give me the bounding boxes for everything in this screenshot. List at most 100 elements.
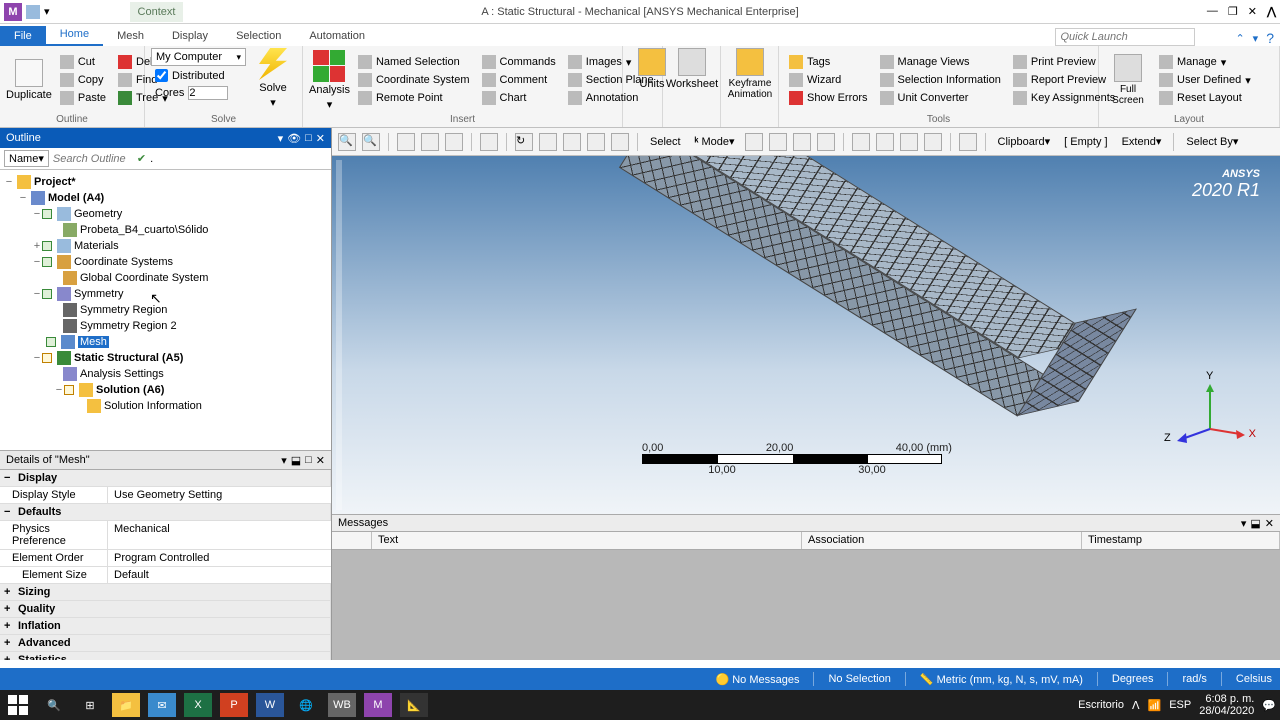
tree-model[interactable]: Model (A4) <box>48 192 104 204</box>
manage-views-button[interactable]: Manage Views <box>876 54 1005 70</box>
cores-input[interactable] <box>188 86 228 100</box>
elem-order-value[interactable]: Program Controlled <box>108 550 331 566</box>
close-button[interactable]: ✕ <box>1248 5 1257 18</box>
cat-inflation[interactable]: Inflation <box>0 618 331 634</box>
canvas-scrollbar[interactable] <box>336 160 342 510</box>
col-association[interactable]: Association <box>802 532 1082 549</box>
copy-button[interactable]: Copy <box>56 72 110 88</box>
collapse-ribbon-icon[interactable]: ⌃ <box>1235 32 1244 45</box>
search-icon[interactable]: 🔍 <box>40 693 68 717</box>
remote-point-button[interactable]: Remote Point <box>354 90 474 106</box>
tray-escritorio[interactable]: Escritorio <box>1078 699 1124 711</box>
extend-dropdown[interactable]: Extend▾ <box>1118 135 1166 148</box>
outline-tree[interactable]: −Project* −Model (A4) −Geometry Probeta_… <box>0 170 331 450</box>
zoom-in-icon[interactable] <box>539 133 557 151</box>
col-timestamp[interactable]: Timestamp <box>1082 532 1280 549</box>
keyframe-button[interactable]: Keyframe Animation <box>727 48 773 100</box>
wizard-button[interactable]: Wizard <box>785 72 872 88</box>
coord-toggle-icon[interactable] <box>959 133 977 151</box>
full-screen-button[interactable]: Full Screen <box>1105 48 1151 112</box>
zoom-box-icon[interactable] <box>587 133 605 151</box>
outline-filter-name[interactable]: Name ▾ <box>4 150 49 167</box>
cat-quality[interactable]: Quality <box>0 601 331 617</box>
coord-system-button[interactable]: Coordinate System <box>354 72 474 88</box>
status-metric[interactable]: 📏 Metric (mm, kg, N, s, mV, mA) <box>920 673 1083 686</box>
pan-icon[interactable] <box>480 133 498 151</box>
tab-home[interactable]: Home <box>46 24 103 46</box>
elem-size-value[interactable]: Default <box>108 567 331 583</box>
comment-button[interactable]: Comment <box>478 72 560 88</box>
tree-geom-child[interactable]: Probeta_B4_cuarto\Sólido <box>80 224 208 236</box>
show-errors-button[interactable]: Show Errors <box>785 90 872 106</box>
node-select-icon[interactable] <box>852 133 870 151</box>
tree-analysis-settings[interactable]: Analysis Settings <box>80 368 164 380</box>
commands-button[interactable]: Commands <box>478 54 560 70</box>
tray-lang[interactable]: ESP <box>1169 699 1191 711</box>
rotate-icon[interactable]: ↻ <box>515 133 533 151</box>
tab-mesh[interactable]: Mesh <box>103 26 158 46</box>
chrome-icon[interactable]: 🌐 <box>292 693 320 717</box>
tree-static-structural[interactable]: Static Structural (A5) <box>74 352 183 364</box>
solve-computer-dropdown[interactable]: My Computer <box>151 48 246 66</box>
outline-close-icon[interactable]: ✕ <box>316 132 325 145</box>
details-pin-icon[interactable]: ⬓ <box>291 454 301 467</box>
mechanical-icon[interactable]: M <box>364 693 392 717</box>
qat-dropdown-icon[interactable]: ▾ <box>44 5 50 19</box>
file-explorer-icon[interactable]: 📁 <box>112 693 140 717</box>
distributed-checkbox[interactable]: Distributed <box>151 68 246 83</box>
context-tab[interactable]: Context <box>130 2 184 22</box>
fit-icon[interactable]: 🔍 <box>338 133 356 151</box>
body-select-icon[interactable] <box>817 133 835 151</box>
tray-time[interactable]: 6:08 p. m. <box>1199 693 1254 705</box>
tree-project[interactable]: Project* <box>34 176 76 188</box>
wireframe-icon[interactable] <box>421 133 439 151</box>
zoom-icon[interactable]: 🔍 <box>362 133 380 151</box>
overflow-icon[interactable]: ⋀ <box>1267 5 1276 18</box>
messages-pin-icon[interactable]: ⬓ <box>1250 517 1260 530</box>
status-celsius[interactable]: Celsius <box>1236 673 1272 685</box>
outline-float-icon[interactable]: □ <box>305 132 312 145</box>
select-by-dropdown[interactable]: Select By▾ <box>1182 135 1242 148</box>
excel-icon[interactable]: X <box>184 693 212 717</box>
tray-chevron-icon[interactable]: ᐱ <box>1132 699 1140 712</box>
outline-search-go-icon[interactable]: ✔ <box>137 152 146 165</box>
windows-taskbar[interactable]: 🔍 ⊞ 📁 ✉ X P W 🌐 WB M 📐 Escritorio ᐱ 📶 ES… <box>0 690 1280 720</box>
tree-sym-r2[interactable]: Symmetry Region 2 <box>80 320 177 332</box>
minimize-button[interactable]: — <box>1207 5 1218 18</box>
mail-icon[interactable]: ✉ <box>148 693 176 717</box>
tab-automation[interactable]: Automation <box>295 26 379 46</box>
word-icon[interactable]: W <box>256 693 284 717</box>
zoom-out-icon[interactable] <box>563 133 581 151</box>
tree-coordsys[interactable]: Coordinate Systems <box>74 256 173 268</box>
user-defined-button[interactable]: User Defined▾ <box>1155 72 1255 88</box>
tray-notifications-icon[interactable]: 💬 <box>1262 699 1276 712</box>
3d-canvas[interactable]: ANSYS 2020 R1 Y X Z 0,0020,0040,00 (mm) … <box>332 156 1280 514</box>
path-select-icon[interactable] <box>924 133 942 151</box>
tree-sym-r1[interactable]: Symmetry Region <box>80 304 167 316</box>
restore-button[interactable]: ❐ <box>1228 5 1238 18</box>
worksheet-button[interactable]: Worksheet <box>669 48 715 90</box>
cat-advanced[interactable]: Advanced <box>0 635 331 651</box>
tree-materials[interactable]: Materials <box>74 240 119 252</box>
tray-wifi-icon[interactable]: 📶 <box>1148 699 1162 712</box>
file-tab[interactable]: File <box>0 26 46 46</box>
cut-button[interactable]: Cut <box>56 54 110 70</box>
messages-body[interactable] <box>332 550 1280 660</box>
status-rads[interactable]: rad/s <box>1182 673 1206 685</box>
workbench-icon[interactable]: WB <box>328 693 356 717</box>
tray-date[interactable]: 28/04/2020 <box>1199 705 1254 717</box>
duplicate-button[interactable]: Duplicate <box>6 48 52 112</box>
named-selection-button[interactable]: Named Selection <box>354 54 474 70</box>
cat-display[interactable]: Display <box>0 470 331 486</box>
tree-geometry[interactable]: Geometry <box>74 208 122 220</box>
help-icon[interactable]: ? <box>1266 30 1274 46</box>
box-icon[interactable] <box>397 133 415 151</box>
chart-button[interactable]: Chart <box>478 90 560 106</box>
status-no-messages[interactable]: 🟡 No Messages <box>715 673 799 686</box>
tab-selection[interactable]: Selection <box>222 26 295 46</box>
tree-mesh[interactable]: Mesh <box>78 336 109 348</box>
details-close-icon[interactable]: ✕ <box>316 454 325 467</box>
quick-launch[interactable] <box>1055 28 1195 46</box>
cat-statistics[interactable]: Statistics <box>0 652 331 660</box>
element-face-select-icon[interactable] <box>900 133 918 151</box>
